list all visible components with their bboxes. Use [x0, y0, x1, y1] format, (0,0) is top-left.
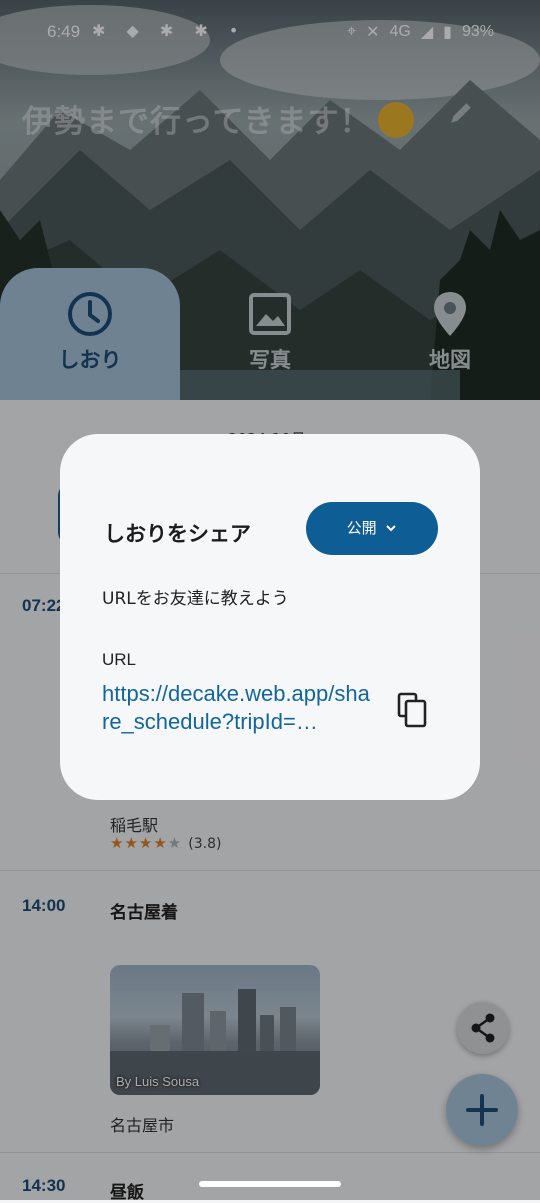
- url-label: URL: [102, 650, 137, 669]
- dialog-subtitle: URLをお友達に教えよう: [102, 589, 289, 609]
- visibility-label: 公開: [346, 519, 377, 537]
- share-dialog: しおりをシェア 公開 URLをお友達に教えよう URL https://deca…: [60, 434, 480, 800]
- visibility-dropdown[interactable]: 公開: [306, 502, 438, 555]
- dialog-title: しおりをシェア: [104, 522, 251, 546]
- gesture-nav-bar[interactable]: [199, 1181, 341, 1187]
- share-url-link[interactable]: https://decake.web.app/share_schedule?tr…: [102, 680, 374, 736]
- copy-icon[interactable]: [396, 692, 428, 728]
- chevron-down-icon: [386, 525, 397, 532]
